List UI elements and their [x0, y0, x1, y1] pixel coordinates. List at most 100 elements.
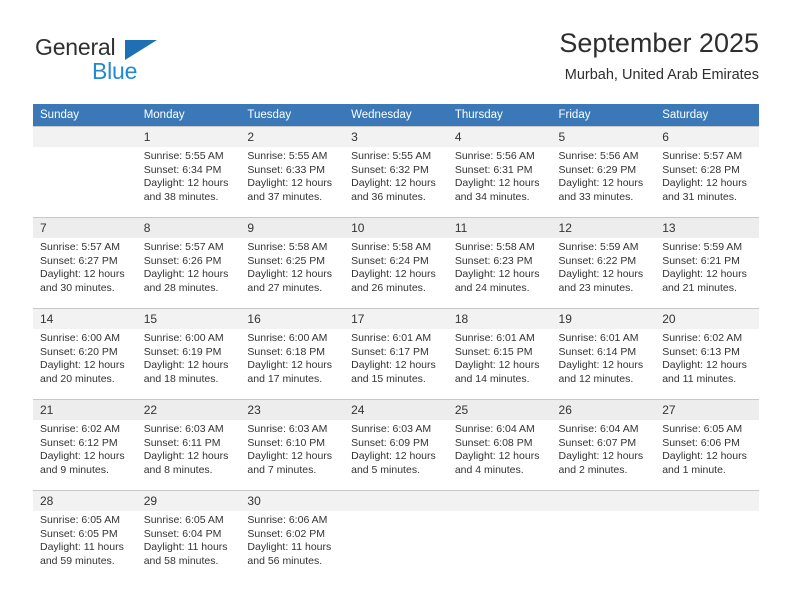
- day-number: [447, 491, 552, 511]
- calendar-page: General Blue September 2025 Murbah, Unit…: [0, 0, 792, 612]
- calendar-day-cell[interactable]: 20 Sunrise: 6:02 AM Sunset: 6:13 PM Dayli…: [655, 308, 759, 400]
- day-sun-details: Sunrise: 6:00 AM Sunset: 6:19 PM Dayligh…: [143, 332, 229, 385]
- day-number: 12: [551, 218, 656, 238]
- calendar-day-cell[interactable]: 19 Sunrise: 6:01 AM Sunset: 6:14 PM Dayli…: [551, 308, 656, 400]
- day-sun-details: Sunrise: 5:59 AM Sunset: 6:22 PM Dayligh…: [558, 241, 644, 294]
- calendar-day-cell[interactable]: [344, 490, 448, 581]
- calendar-day-cell[interactable]: 16 Sunrise: 6:00 AM Sunset: 6:18 PM Dayli…: [240, 308, 345, 400]
- day-sun-details: Sunrise: 6:00 AM Sunset: 6:18 PM Dayligh…: [247, 332, 333, 385]
- calendar-week-row: 28 Sunrise: 6:05 AM Sunset: 6:05 PM Dayli…: [33, 490, 759, 581]
- day-sun-details: Sunrise: 5:55 AM Sunset: 6:34 PM Dayligh…: [143, 150, 229, 203]
- day-number: 29: [136, 491, 241, 511]
- calendar-day-cell[interactable]: 9 Sunrise: 5:58 AM Sunset: 6:25 PM Daylig…: [240, 217, 345, 309]
- weekday-header-tuesday: Tuesday: [240, 104, 345, 127]
- day-number: 13: [655, 218, 759, 238]
- calendar-day-cell[interactable]: 4 Sunrise: 5:56 AM Sunset: 6:31 PM Daylig…: [447, 126, 552, 218]
- day-sun-details: Sunrise: 6:06 AM Sunset: 6:02 PM Dayligh…: [247, 514, 332, 567]
- day-cell-inner: 26 Sunrise: 6:04 AM Sunset: 6:07 PM Dayli…: [551, 400, 656, 490]
- day-cell-inner: 29 Sunrise: 6:05 AM Sunset: 6:04 PM Dayli…: [136, 491, 241, 581]
- calendar-week-row: 1 Sunrise: 5:55 AM Sunset: 6:34 PM Daylig…: [33, 126, 759, 218]
- calendar-day-cell[interactable]: 7 Sunrise: 5:57 AM Sunset: 6:27 PM Daylig…: [33, 217, 137, 309]
- calendar-day-cell[interactable]: 29 Sunrise: 6:05 AM Sunset: 6:04 PM Dayli…: [136, 490, 241, 581]
- calendar-day-cell[interactable]: 25 Sunrise: 6:04 AM Sunset: 6:08 PM Dayli…: [447, 399, 552, 491]
- calendar-day-cell[interactable]: 6 Sunrise: 5:57 AM Sunset: 6:28 PM Daylig…: [655, 126, 759, 218]
- day-cell-inner: 9 Sunrise: 5:58 AM Sunset: 6:25 PM Daylig…: [240, 218, 345, 308]
- day-cell-inner: 10 Sunrise: 5:58 AM Sunset: 6:24 PM Dayli…: [344, 218, 448, 308]
- calendar-day-cell[interactable]: 10 Sunrise: 5:58 AM Sunset: 6:24 PM Dayli…: [344, 217, 448, 309]
- calendar-day-cell[interactable]: 26 Sunrise: 6:04 AM Sunset: 6:07 PM Dayli…: [551, 399, 656, 491]
- day-sun-details: Sunrise: 5:57 AM Sunset: 6:26 PM Dayligh…: [143, 241, 229, 294]
- day-cell-inner: 13 Sunrise: 5:59 AM Sunset: 6:21 PM Dayli…: [655, 218, 759, 308]
- day-sun-details: Sunrise: 6:03 AM Sunset: 6:10 PM Dayligh…: [247, 423, 333, 476]
- day-cell-inner: [551, 491, 656, 581]
- day-sun-details: Sunrise: 5:58 AM Sunset: 6:25 PM Dayligh…: [247, 241, 333, 294]
- day-number: 25: [447, 400, 552, 420]
- day-cell-inner: 2 Sunrise: 5:55 AM Sunset: 6:33 PM Daylig…: [240, 127, 345, 217]
- calendar-day-cell[interactable]: [551, 490, 656, 581]
- calendar-day-cell[interactable]: 1 Sunrise: 5:55 AM Sunset: 6:34 PM Daylig…: [136, 126, 241, 218]
- day-cell-inner: 30 Sunrise: 6:06 AM Sunset: 6:02 PM Dayli…: [240, 491, 345, 581]
- sunrise-sunset-calendar: Sunday Monday Tuesday Wednesday Thursday…: [33, 104, 759, 581]
- calendar-day-cell[interactable]: 28 Sunrise: 6:05 AM Sunset: 6:05 PM Dayli…: [33, 490, 137, 581]
- calendar-day-cell[interactable]: 8 Sunrise: 5:57 AM Sunset: 6:26 PM Daylig…: [136, 217, 241, 309]
- calendar-day-cell[interactable]: 24 Sunrise: 6:03 AM Sunset: 6:09 PM Dayli…: [344, 399, 448, 491]
- general-blue-logo[interactable]: General Blue: [33, 26, 163, 86]
- day-sun-details: Sunrise: 5:56 AM Sunset: 6:31 PM Dayligh…: [454, 150, 540, 203]
- calendar-day-cell[interactable]: 13 Sunrise: 5:59 AM Sunset: 6:21 PM Dayli…: [655, 217, 759, 309]
- calendar-day-cell[interactable]: 17 Sunrise: 6:01 AM Sunset: 6:17 PM Dayli…: [344, 308, 448, 400]
- day-cell-inner: 19 Sunrise: 6:01 AM Sunset: 6:14 PM Dayli…: [551, 309, 656, 399]
- day-cell-inner: [447, 491, 552, 581]
- day-cell-inner: 27 Sunrise: 6:05 AM Sunset: 6:06 PM Dayli…: [655, 400, 759, 490]
- day-cell-inner: 16 Sunrise: 6:00 AM Sunset: 6:18 PM Dayli…: [240, 309, 345, 399]
- weekday-header-monday: Monday: [136, 104, 241, 127]
- calendar-day-cell[interactable]: 30 Sunrise: 6:06 AM Sunset: 6:02 PM Dayli…: [240, 490, 345, 581]
- day-sun-details: Sunrise: 6:05 AM Sunset: 6:06 PM Dayligh…: [662, 423, 747, 476]
- calendar-day-cell[interactable]: 15 Sunrise: 6:00 AM Sunset: 6:19 PM Dayli…: [136, 308, 241, 400]
- day-number: [33, 127, 137, 147]
- day-number: 10: [344, 218, 448, 238]
- day-sun-details: Sunrise: 6:01 AM Sunset: 6:14 PM Dayligh…: [558, 332, 644, 385]
- calendar-day-cell[interactable]: 18 Sunrise: 6:01 AM Sunset: 6:15 PM Dayli…: [447, 308, 552, 400]
- day-cell-inner: 18 Sunrise: 6:01 AM Sunset: 6:15 PM Dayli…: [447, 309, 552, 399]
- day-number: [344, 491, 448, 511]
- day-number: [551, 491, 656, 511]
- calendar-week-row: 7 Sunrise: 5:57 AM Sunset: 6:27 PM Daylig…: [33, 217, 759, 309]
- calendar-day-cell[interactable]: 11 Sunrise: 5:58 AM Sunset: 6:23 PM Dayli…: [447, 217, 552, 309]
- calendar-day-cell[interactable]: 5 Sunrise: 5:56 AM Sunset: 6:29 PM Daylig…: [551, 126, 656, 218]
- calendar-day-cell[interactable]: 14 Sunrise: 6:00 AM Sunset: 6:20 PM Dayli…: [33, 308, 137, 400]
- logo-text-general: General: [35, 34, 116, 60]
- calendar-day-cell[interactable]: 2 Sunrise: 5:55 AM Sunset: 6:33 PM Daylig…: [240, 126, 345, 218]
- calendar-day-cell[interactable]: [33, 126, 137, 218]
- day-number: 16: [240, 309, 345, 329]
- calendar-week-row: 14 Sunrise: 6:00 AM Sunset: 6:20 PM Dayli…: [33, 308, 759, 400]
- day-cell-inner: 21 Sunrise: 6:02 AM Sunset: 6:12 PM Dayli…: [33, 400, 137, 490]
- day-number: 15: [136, 309, 241, 329]
- day-sun-details: Sunrise: 5:58 AM Sunset: 6:23 PM Dayligh…: [454, 241, 540, 294]
- calendar-week-row: 21 Sunrise: 6:02 AM Sunset: 6:12 PM Dayli…: [33, 399, 759, 491]
- day-sun-details: [552, 511, 656, 514]
- calendar-day-cell[interactable]: 22 Sunrise: 6:03 AM Sunset: 6:11 PM Dayli…: [136, 399, 241, 491]
- calendar-day-cell[interactable]: 21 Sunrise: 6:02 AM Sunset: 6:12 PM Dayli…: [33, 399, 137, 491]
- day-number: 19: [551, 309, 656, 329]
- day-sun-details: Sunrise: 6:05 AM Sunset: 6:04 PM Dayligh…: [143, 514, 228, 567]
- day-cell-inner: 28 Sunrise: 6:05 AM Sunset: 6:05 PM Dayli…: [33, 491, 137, 581]
- day-number: 9: [240, 218, 345, 238]
- logo-triangle-icon: [125, 40, 157, 60]
- calendar-day-cell[interactable]: 3 Sunrise: 5:55 AM Sunset: 6:32 PM Daylig…: [344, 126, 448, 218]
- calendar-day-cell[interactable]: 27 Sunrise: 6:05 AM Sunset: 6:06 PM Dayli…: [655, 399, 759, 491]
- day-number: 26: [551, 400, 656, 420]
- day-sun-details: Sunrise: 6:02 AM Sunset: 6:12 PM Dayligh…: [40, 423, 125, 476]
- day-sun-details: Sunrise: 5:56 AM Sunset: 6:29 PM Dayligh…: [558, 150, 644, 203]
- calendar-day-cell[interactable]: [447, 490, 552, 581]
- calendar-day-cell[interactable]: [655, 490, 759, 581]
- day-cell-inner: 6 Sunrise: 5:57 AM Sunset: 6:28 PM Daylig…: [655, 127, 759, 217]
- day-sun-details: Sunrise: 6:02 AM Sunset: 6:13 PM Dayligh…: [662, 332, 747, 385]
- day-number: 4: [447, 127, 552, 147]
- day-cell-inner: 24 Sunrise: 6:03 AM Sunset: 6:09 PM Dayli…: [344, 400, 448, 490]
- logo-text-blue: Blue: [92, 58, 138, 84]
- calendar-day-cell[interactable]: 12 Sunrise: 5:59 AM Sunset: 6:22 PM Dayli…: [551, 217, 656, 309]
- day-number: 1: [136, 127, 241, 147]
- day-sun-details: Sunrise: 5:57 AM Sunset: 6:27 PM Dayligh…: [40, 241, 125, 294]
- calendar-day-cell[interactable]: 23 Sunrise: 6:03 AM Sunset: 6:10 PM Dayli…: [240, 399, 345, 491]
- day-number: 8: [136, 218, 241, 238]
